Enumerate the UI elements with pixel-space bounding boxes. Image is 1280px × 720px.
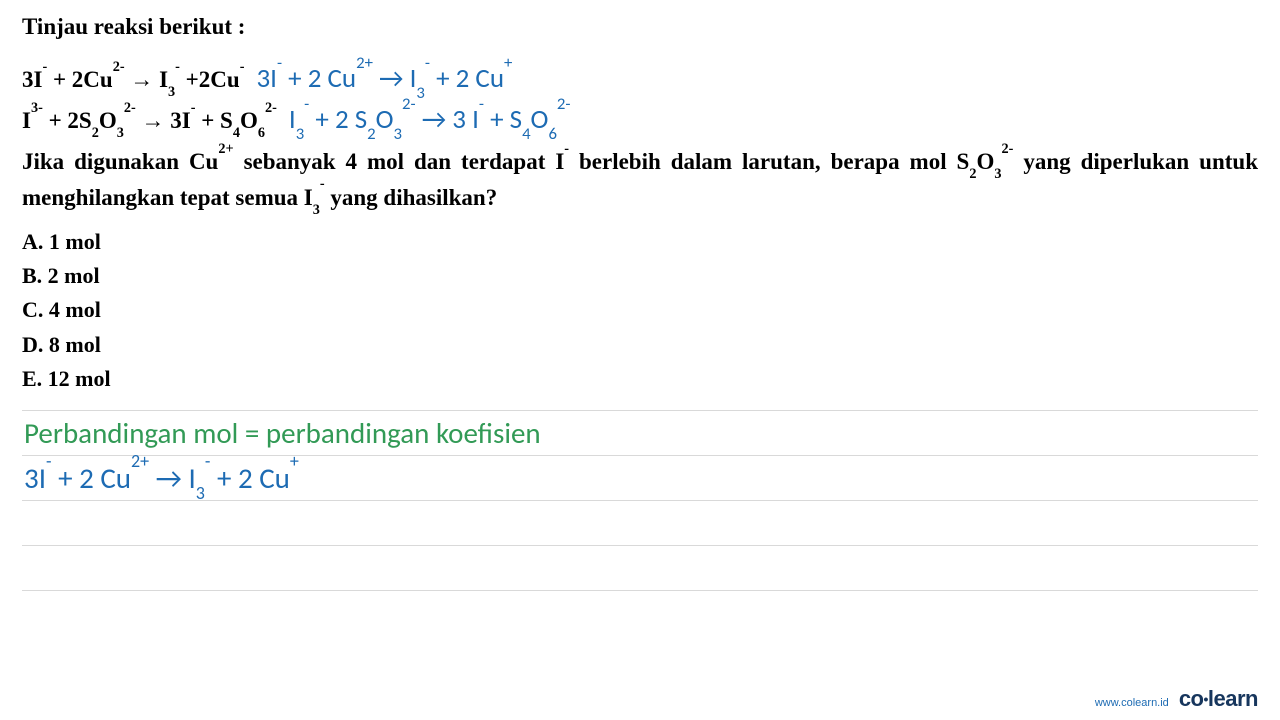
prompt-line: Tinjau reaksi berikut : [22,14,1258,40]
work-line-4 [22,546,1258,591]
footer-url: www.colearn.id [1095,697,1169,709]
option-b: B. 2 mol [22,259,1258,293]
work-line-3 [22,501,1258,546]
work-area: Perbandingan mol = perbandingan koefisie… [22,410,1258,591]
option-d: D. 8 mol [22,328,1258,362]
reaction-1: 3I- + 2Cu2- → I3- +2Cu- 3I- + 2 Cu2+ → I… [22,62,1258,95]
reaction-2-annotation: I3- + 2 S2O32- → 3 I- + S4O62- [289,103,571,136]
option-e: E. 12 mol [22,362,1258,396]
footer: www.colearn.id co•learn [1095,686,1258,712]
work-line-2: 3I- + 2 Cu2+ → I3- + 2 Cu+ [22,456,1258,501]
footer-logo: co•learn [1179,686,1258,712]
reaction-2: I3- + 2S2O32- → 3I- + S4O62- I3- + 2 S2O… [22,103,1258,136]
reaction-2-original: I3- + 2S2O32- → 3I- + S4O62- [22,108,277,134]
question-text: Jika digunakan Cu2+ sebanyak 4 mol dan t… [22,144,1258,215]
reaction-1-original: 3I- + 2Cu2- → I3- +2Cu- [22,67,244,93]
option-c: C. 4 mol [22,293,1258,327]
answer-options: A. 1 mol B. 2 mol C. 4 mol D. 8 mol E. 1… [22,225,1258,395]
page-root: Tinjau reaksi berikut : 3I- + 2Cu2- → I3… [0,0,1280,720]
reaction-1-annotation: 3I- + 2 Cu2+ → I3- + 2 Cu+ [256,62,512,95]
work-line-1: Perbandingan mol = perbandingan koefisie… [22,410,1258,456]
option-a: A. 1 mol [22,225,1258,259]
